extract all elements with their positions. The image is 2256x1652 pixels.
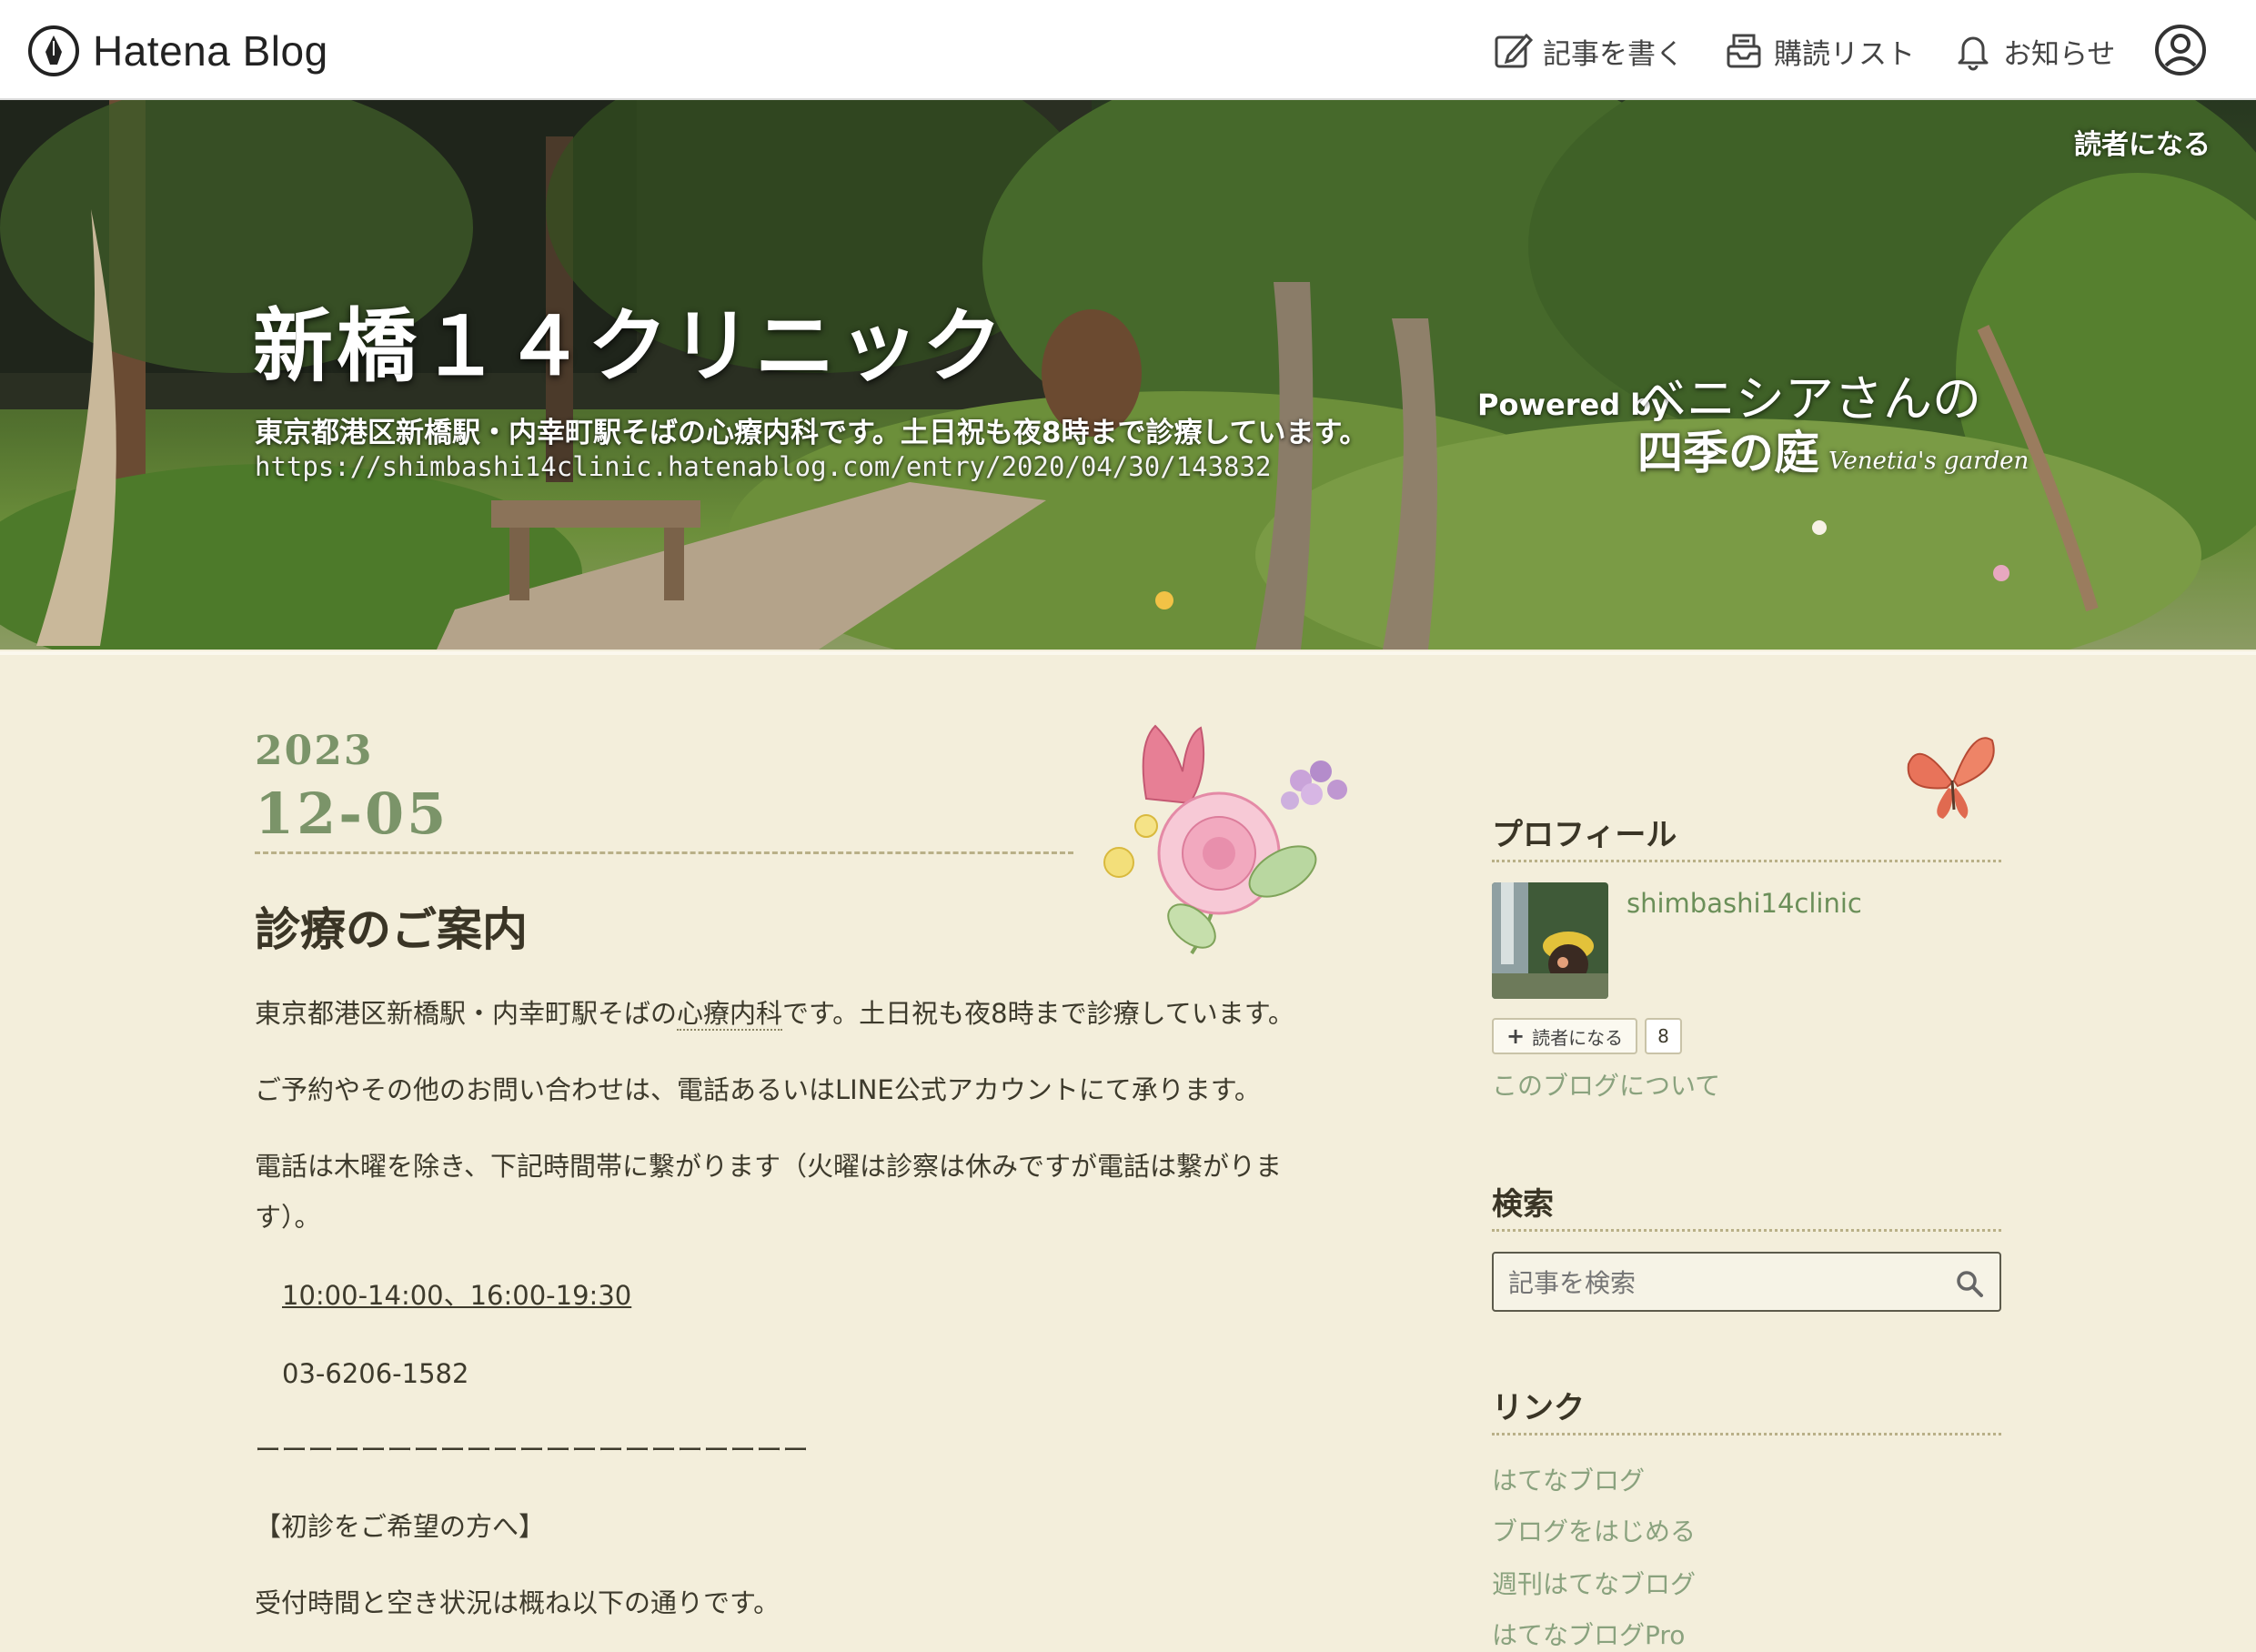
entry-paragraph-2: ご予約やその他のお問い合わせは、電話あるいはLINE公式アカウントにて承ります。 <box>255 1074 1261 1105</box>
subscribe-button[interactable]: + 読者になる <box>1492 1018 1638 1054</box>
powered-by-line2-text: 四季の庭 <box>1637 426 1819 479</box>
profile-username[interactable]: shimbashi14clinic <box>1627 888 1862 919</box>
link-hatena-blog-pro[interactable]: はてなブログPro <box>1492 1616 1685 1652</box>
link-start-blog[interactable]: ブログをはじめる <box>1492 1512 1696 1548</box>
links-heading: リンク <box>1492 1383 2001 1435</box>
edit-icon <box>1495 33 1534 68</box>
profile-photo <box>1492 882 1608 999</box>
keyword-link[interactable]: 心療内科 <box>677 998 783 1031</box>
powered-by-badge: Powered by ベニシアさんの 四季の庭 Venetia's garden <box>1474 337 2029 500</box>
powered-by-script: Venetia's garden <box>1828 448 2029 475</box>
bell-icon <box>1958 36 1989 71</box>
powered-by-line2: 四季の庭 Venetia's garden <box>1637 417 2029 482</box>
blog-header-banner: 読者になる 新橋１４クリニック 東京都港区新橋駅・内幸町駅そばの心療内科です。土… <box>0 100 2256 650</box>
date-divider <box>255 851 1073 854</box>
become-reader-link[interactable]: 読者になる <box>2074 122 2211 162</box>
blog-title[interactable]: 新橋１４クリニック <box>253 282 1006 398</box>
subscriber-count: 8 <box>1645 1018 1682 1054</box>
entry-paragraph-3-line1: 電話は木曜を除き、下記時間帯に繋がります（火曜は診察は休みですが電話は繋がりま <box>255 1151 1282 1182</box>
hatena-pen-icon <box>28 25 79 76</box>
text-divider: ーーーーーーーーーーーーーーーーーーーーー <box>255 1435 810 1466</box>
write-post-label: 記事を書く <box>1543 37 1684 71</box>
flower-illustration <box>1103 724 1347 955</box>
subscribe-list-icon <box>1727 34 1761 68</box>
blog-description: 東京都港区新橋駅・内幸町駅そばの心療内科です。土日祝も夜8時まで診療しています。 <box>255 417 1368 449</box>
hatena-blog-logo[interactable]: Hatena Blog <box>27 24 328 78</box>
phone-number: 03-6206-1582 <box>282 1358 469 1389</box>
user-icon[interactable] <box>2154 24 2207 76</box>
first-visit-heading: 【初診をご希望の方へ】 <box>255 1511 546 1542</box>
logo-text: Hatena Blog <box>93 27 328 75</box>
about-blog-link[interactable]: このブログについて <box>1492 1066 1720 1103</box>
notifications-button[interactable]: お知らせ <box>1952 27 2115 75</box>
link-weekly-hatena-blog[interactable]: 週刊はてなブログ <box>1492 1565 1696 1601</box>
notifications-label: お知らせ <box>2003 37 2116 71</box>
search-icon[interactable] <box>1954 1268 1985 1299</box>
subscribe-label: 読者になる <box>1532 1026 1624 1049</box>
profile-heading: プロフィール <box>1492 810 2001 862</box>
entry-paragraph-3-line2: す）。 <box>255 1202 321 1233</box>
entry-date-month-day[interactable]: 12-05 <box>255 781 448 847</box>
write-post-button[interactable]: 記事を書く <box>1492 27 1684 75</box>
paragraph-1-after: です。土日祝も夜8時まで診療しています。 <box>782 998 1294 1029</box>
main-content: 2023 12-05 診療のご案内 東京都港区新橋駅・内幸町駅そばの心療内科です… <box>0 651 2256 1650</box>
plus-icon: + <box>1506 1023 1526 1049</box>
paragraph-1-before: 東京都港区新橋駅・内幸町駅そばの <box>255 998 678 1029</box>
entry-date-year[interactable]: 2023 <box>255 728 373 774</box>
subscribe-list-label: 購読リスト <box>1774 37 1915 71</box>
link-hatena-blog[interactable]: はてなブログ <box>1492 1461 1645 1497</box>
search-heading: 検索 <box>1492 1179 2001 1232</box>
search-input[interactable] <box>1506 1263 1938 1303</box>
search-form <box>1492 1252 2001 1312</box>
global-header: Hatena Blog 記事を書く 購読リスト お知らせ <box>0 0 2256 100</box>
entry-title[interactable]: 診療のご案内 <box>255 893 528 959</box>
subscribe-widget: + 読者になる 8 <box>1492 1018 1682 1054</box>
avatar[interactable] <box>1492 882 1608 999</box>
subscribe-list-button[interactable]: 購読リスト <box>1723 27 1915 75</box>
business-hours: 10:00-14:00、16:00-19:30 <box>282 1280 632 1311</box>
reception-note: 受付時間と空き状況は概ね以下の通りです。 <box>255 1587 781 1618</box>
entry-paragraph-1: 東京都港区新橋駅・内幸町駅そばの心療内科です。土日祝も夜8時まで診療しています。 <box>255 988 1294 1039</box>
blog-url[interactable]: https://shimbashi14clinic.hatenablog.com… <box>255 451 1271 482</box>
